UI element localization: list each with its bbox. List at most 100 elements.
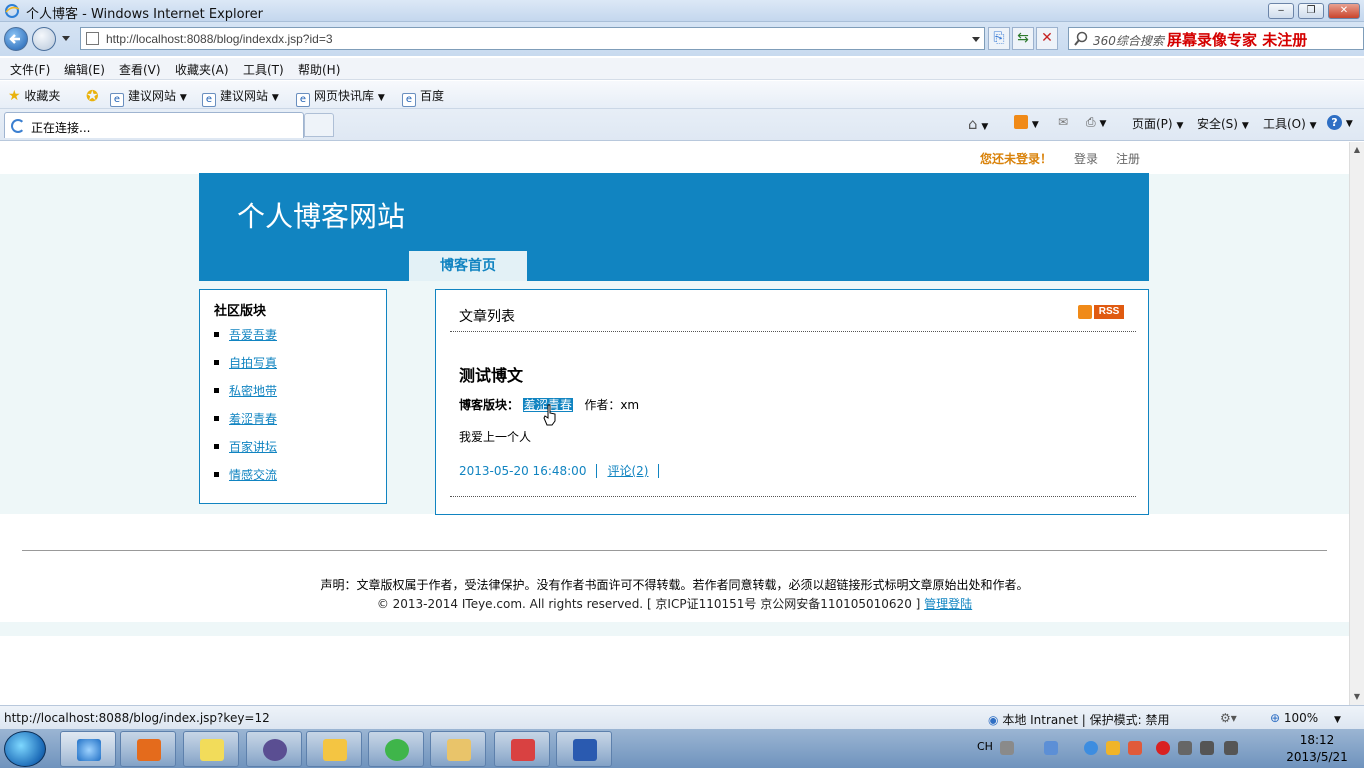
security-app-icon[interactable]: [1156, 741, 1170, 755]
category-item[interactable]: 私密地带: [214, 382, 277, 399]
copyright-text: © 2013-2014 ITeye.com. All rights reserv…: [376, 597, 921, 611]
taskbar-notes[interactable]: [306, 731, 362, 767]
post-title[interactable]: 测试博文: [459, 362, 523, 386]
popup-blocker-icon[interactable]: ⚙▾: [1220, 711, 1237, 725]
address-url[interactable]: http://localhost:8088/blog/indexdx.jsp?i…: [106, 32, 333, 46]
taskbar-360[interactable]: [368, 731, 424, 767]
compat-view-button[interactable]: ⎘: [988, 27, 1010, 50]
category-link[interactable]: 情感交流: [229, 468, 277, 482]
menu-view[interactable]: 查看(V): [119, 61, 161, 78]
safety-menu-button[interactable]: 安全(S) ▼: [1197, 115, 1249, 132]
status-url: http://localhost:8088/blog/index.jsp?key…: [4, 711, 270, 725]
not-logged-in-message: 您还未登录！: [980, 152, 1053, 166]
scroll-up-icon[interactable]: ▲: [1350, 142, 1364, 158]
ie-icon: [77, 739, 101, 761]
menu-help[interactable]: 帮助(H): [298, 61, 340, 78]
security-zone[interactable]: ◉ 本地 Intranet | 保护模式: 禁用: [988, 711, 1170, 728]
fav-item-label: 百度: [420, 89, 445, 103]
read-mail-button[interactable]: ✉: [1058, 115, 1068, 129]
volume-icon[interactable]: [1224, 741, 1238, 755]
help-button[interactable]: ? ▼: [1327, 115, 1353, 130]
qq-icon[interactable]: [1106, 741, 1120, 755]
fav-item-webslice[interactable]: e 网页快讯库 ▼: [296, 87, 385, 107]
clock[interactable]: 18:12 2013/5/21: [1272, 732, 1362, 766]
search-box[interactable]: 360综合搜索 屏幕录像专家 未注册: [1068, 27, 1364, 50]
comments-link[interactable]: 评论(2): [607, 464, 648, 478]
taskbar-ie[interactable]: [60, 731, 116, 767]
bullet-icon: [214, 388, 219, 393]
site-title: 个人博客网站: [237, 200, 406, 233]
taskbar-media-player[interactable]: [120, 731, 176, 767]
taskbar-sticky-notes[interactable]: [183, 731, 239, 767]
menu-file[interactable]: 文件(F): [10, 61, 50, 78]
taskbar-word[interactable]: [556, 731, 612, 767]
admin-login-link[interactable]: 管理登陆: [924, 597, 972, 611]
word-icon: [573, 739, 597, 761]
keyboard-icon[interactable]: [1000, 741, 1014, 755]
category-item[interactable]: 吾爱吾妻: [214, 326, 277, 343]
page-menu-button[interactable]: 页面(P) ▼: [1132, 115, 1183, 132]
tools-menu-label: 工具(O): [1263, 117, 1306, 131]
fav-item-label: 网页快讯库: [314, 89, 375, 103]
forward-button[interactable]: [32, 27, 56, 51]
fav-item-suggested-1[interactable]: e 建议网站 ▼: [110, 87, 187, 107]
browser-tab[interactable]: 正在连接...: [4, 112, 304, 138]
new-tab-button[interactable]: [304, 113, 334, 137]
system-tray: CH 18:12 2013/5/21: [972, 729, 1364, 768]
back-button[interactable]: [4, 27, 28, 51]
tray-app-icon[interactable]: [1084, 741, 1098, 755]
feeds-button[interactable]: ▼: [1014, 115, 1039, 130]
fav-item-label: 建议网站: [128, 89, 177, 103]
menu-tools[interactable]: 工具(T): [243, 61, 284, 78]
scroll-down-icon[interactable]: ▼: [1350, 689, 1364, 705]
footer-copyright: © 2013-2014 ITeye.com. All rights reserv…: [0, 595, 1349, 612]
arrow-up-icon[interactable]: [1044, 741, 1058, 755]
start-button[interactable]: [4, 731, 46, 767]
nav-tab-home[interactable]: 博客首页: [409, 251, 527, 281]
fav-item-baidu[interactable]: e 百度: [402, 87, 444, 107]
taskbar-recorder[interactable]: [494, 731, 550, 767]
login-link[interactable]: 登录: [1074, 150, 1098, 167]
language-indicator[interactable]: CH: [977, 740, 993, 753]
fav-item-suggested-2[interactable]: e 建议网站 ▼: [202, 87, 279, 107]
refresh-button[interactable]: ⇆: [1012, 27, 1034, 50]
qq-icon[interactable]: [1128, 741, 1142, 755]
home-button[interactable]: ⌂ ▼: [968, 115, 988, 133]
menu-favorites[interactable]: 收藏夹(A): [175, 61, 229, 78]
eclipse-icon: [263, 739, 287, 761]
device-icon[interactable]: [1178, 741, 1192, 755]
rss-button[interactable]: RSS: [1078, 305, 1126, 321]
category-item[interactable]: 百家讲坛: [214, 438, 277, 455]
print-button[interactable]: ⎙ ▼: [1086, 115, 1106, 130]
favorites-button[interactable]: ★ 收藏夹: [8, 87, 60, 104]
register-link[interactable]: 注册: [1116, 150, 1140, 167]
mail-icon: ✉: [1058, 115, 1069, 129]
nav-tab-home-label: 博客首页: [440, 258, 496, 274]
vertical-scrollbar[interactable]: ▲ ▼: [1349, 142, 1364, 705]
category-item[interactable]: 情感交流: [214, 466, 277, 483]
close-window-button[interactable]: ✕: [1328, 3, 1360, 19]
category-link[interactable]: 私密地带: [229, 384, 277, 398]
category-item[interactable]: 羞涩青春: [214, 410, 277, 427]
ie-logo-icon: [5, 4, 20, 18]
stop-button[interactable]: ✕: [1036, 27, 1058, 50]
taskbar-eclipse[interactable]: [246, 731, 302, 767]
ie-page-icon: e: [402, 93, 416, 107]
nav-history-dropdown-icon[interactable]: [60, 34, 72, 44]
address-dropdown-icon[interactable]: [971, 36, 981, 44]
post-info: 2013-05-20 16:48:00 评论(2): [459, 462, 669, 479]
category-link[interactable]: 自拍写真: [229, 356, 277, 370]
taskbar-explorer[interactable]: [430, 731, 486, 767]
category-link[interactable]: 百家讲坛: [229, 440, 277, 454]
network-icon[interactable]: [1200, 741, 1214, 755]
restore-button[interactable]: ❐: [1298, 3, 1324, 19]
address-bar[interactable]: http://localhost:8088/blog/indexdx.jsp?i…: [80, 27, 985, 50]
category-link[interactable]: 吾爱吾妻: [229, 328, 277, 342]
tools-menu-button[interactable]: 工具(O) ▼: [1263, 115, 1317, 132]
category-link[interactable]: 羞涩青春: [229, 412, 277, 426]
minimize-button[interactable]: ‒: [1268, 3, 1294, 19]
menu-edit[interactable]: 编辑(E): [64, 61, 105, 78]
add-favorite-button[interactable]: ✪: [86, 87, 99, 105]
zoom-button[interactable]: ⊕ 100% ▼: [1270, 711, 1341, 725]
category-item[interactable]: 自拍写真: [214, 354, 277, 371]
